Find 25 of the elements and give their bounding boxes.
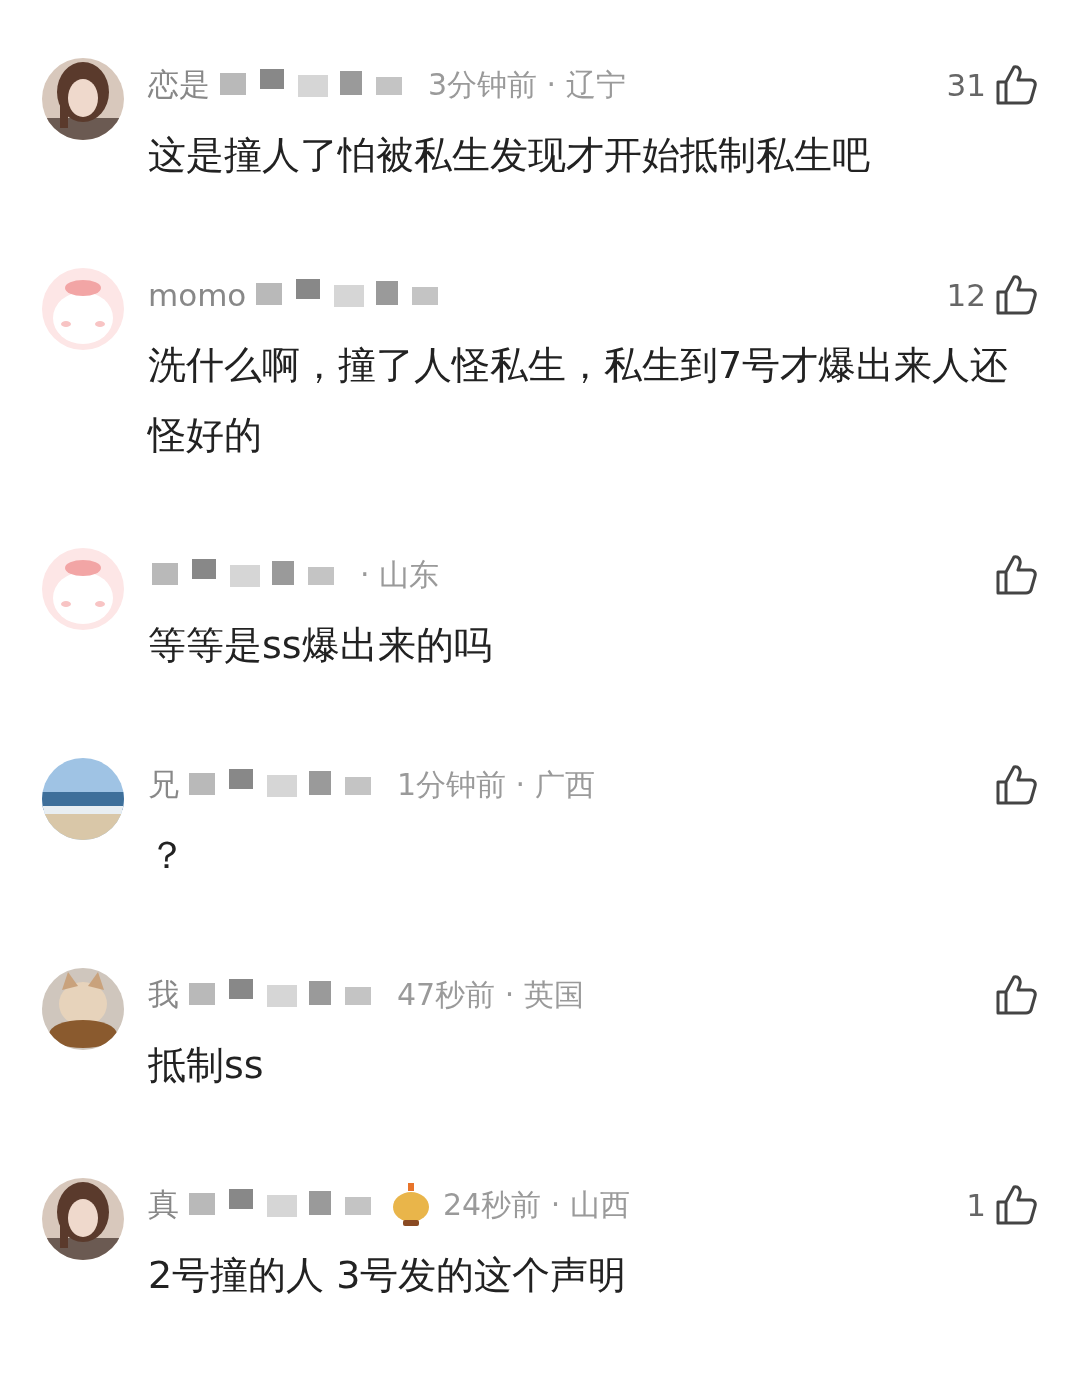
thumbs-up-icon[interactable]	[994, 1183, 1038, 1227]
thumbs-up-icon[interactable]	[994, 763, 1038, 807]
comment-text: 这是撞人了怕被私生发现才开始抵制私生吧	[148, 132, 871, 179]
comment-text: 抵制ss	[148, 1042, 265, 1089]
username[interactable]: momo	[148, 277, 247, 313]
like-count: 31	[946, 67, 986, 103]
username[interactable]: 真	[148, 1184, 179, 1226]
thumbs-up-icon[interactable]	[994, 63, 1038, 107]
comment-meta: 47秒前 · 英国	[397, 975, 584, 1014]
username[interactable]: 恋是	[148, 64, 210, 106]
like-count: 12	[946, 277, 986, 313]
comment-meta: · 山东	[360, 555, 440, 594]
comment-text: 2号撞的人 3号发的这个声明	[148, 1252, 628, 1299]
comment-meta: 1分钟前 · 广西	[397, 765, 595, 804]
comment-text: 洗什么啊，撞了人怪私生，私生到7号才爆出来人还怪好的	[148, 342, 1010, 459]
thumbs-up-icon[interactable]	[994, 553, 1038, 597]
comment-text: ？	[148, 832, 187, 879]
like-count: 1	[966, 1187, 986, 1223]
comment-text: 等等是ss爆出来的吗	[148, 622, 493, 669]
comment-meta: 3分钟前 · 辽宁	[428, 65, 626, 104]
thumbs-up-icon[interactable]	[994, 973, 1038, 1017]
username[interactable]: 兄	[148, 764, 179, 806]
username[interactable]: 我	[148, 974, 179, 1016]
comment-meta: 24秒前 · 山西	[443, 1185, 630, 1224]
thumbs-up-icon[interactable]	[994, 273, 1038, 317]
